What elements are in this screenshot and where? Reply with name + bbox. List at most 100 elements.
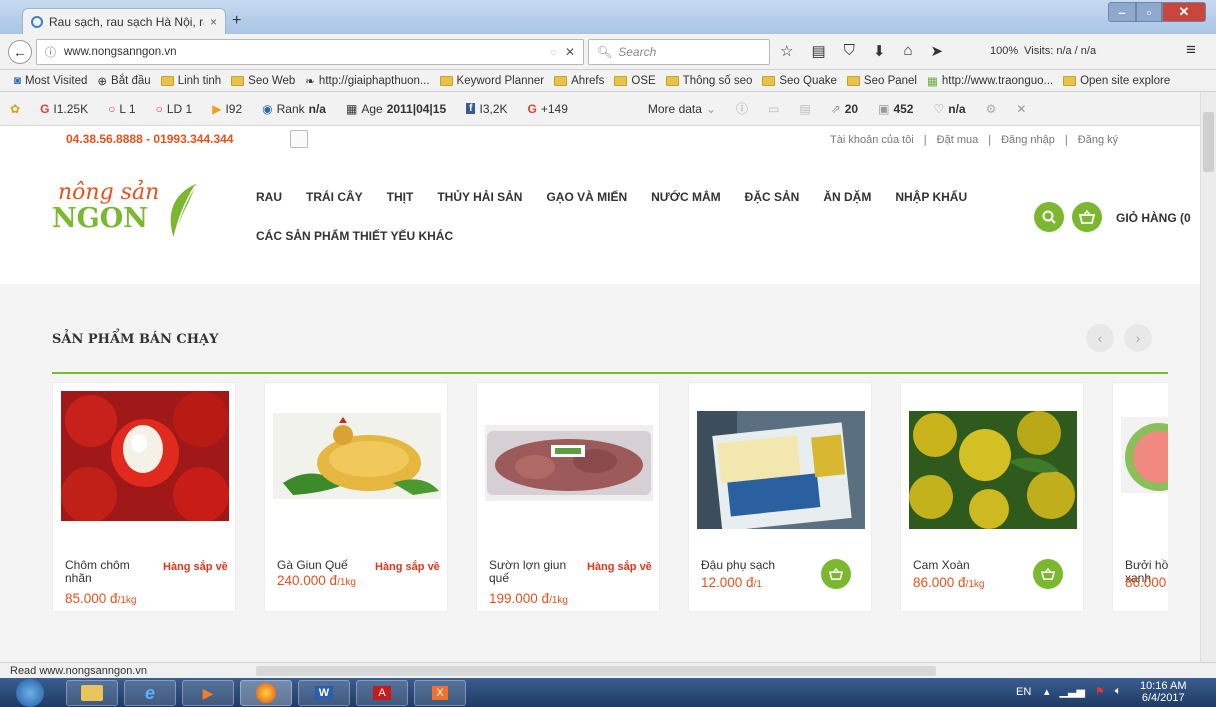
cart-button[interactable] [1072, 202, 1102, 232]
menu-item[interactable]: TRÁI CÂY [306, 190, 363, 204]
product-card[interactable]: Cam Xoàn 86.000 đ/1kg [900, 382, 1084, 612]
close-tab-icon[interactable]: × [210, 15, 217, 29]
settings-gear-icon[interactable]: ⚙ [986, 102, 997, 116]
clock[interactable]: 10:16 AM 6/4/2017 [1140, 680, 1186, 704]
login-link[interactable]: Đăng nhập [1001, 134, 1055, 146]
vertical-scrollbar[interactable] [1200, 92, 1216, 666]
search-input[interactable]: 🔍︎ Search [588, 39, 770, 65]
browser-tab[interactable]: Rau sạch, rau sạch Hà Nội, ra × [22, 8, 226, 34]
scrollbar-thumb[interactable] [1203, 112, 1214, 172]
product-name[interactable]: Gà Giun Quế [277, 559, 367, 572]
product-name[interactable]: Đậu phụ sạch [701, 559, 791, 572]
show-hidden-icons-icon[interactable]: ▴ [1044, 685, 1050, 698]
product-name[interactable]: Sườn lợn giun quế [489, 559, 579, 585]
product-card[interactable]: Gà Giun Quế Hàng sắp về 240.000 đ/1kg [264, 382, 448, 612]
bookmark-item[interactable]: Seo Web [231, 75, 295, 87]
hscroll-thumb[interactable] [256, 666, 936, 676]
links-count[interactable]: ○ L 1 [108, 102, 136, 116]
volume-icon[interactable]: 🔈︎ [1115, 685, 1122, 698]
taskbar-xampp[interactable]: X [414, 680, 466, 706]
page-icon[interactable]: ▭ [768, 102, 779, 116]
taskbar-acrobat[interactable]: A [356, 680, 408, 706]
close-icon[interactable]: ✕ [1016, 102, 1026, 116]
order-link[interactable]: Đặt mua [937, 134, 979, 146]
product-card[interactable]: Bưởi hồ xanh 86.000 [1112, 382, 1168, 612]
menu-item[interactable]: ĐẶC SẢN [745, 190, 800, 204]
bookmark-item[interactable]: Open site explore [1063, 75, 1170, 87]
language-indicator[interactable]: EN [1016, 686, 1031, 698]
reader-icon[interactable]: ○ [550, 45, 557, 59]
minimize-button[interactable]: – [1108, 2, 1136, 22]
bookmark-item[interactable]: Thông số seo [665, 75, 752, 87]
pocket-icon[interactable]: ⛉ [844, 42, 855, 60]
menu-item[interactable]: RAU [256, 190, 282, 204]
horizontal-scrollbar[interactable]: Read www.nongsanngon.vn [0, 662, 1216, 679]
bookmark-item[interactable]: Seo Panel [846, 75, 917, 87]
link-domains[interactable]: ○ LD 1 [156, 102, 193, 116]
url-text[interactable]: www.nongsanngon.vn [64, 46, 542, 58]
cart-label[interactable]: GIỎ HÀNG (0 [1116, 211, 1191, 225]
register-link[interactable]: Đăng ký [1078, 134, 1118, 146]
alexa-rank[interactable]: ◉ Rank n/a [262, 102, 326, 116]
menu-item[interactable]: GẠO VÀ MIẾN [546, 190, 627, 204]
hotline[interactable]: 04.38.56.8888 - 01993.344.344 [66, 132, 233, 146]
bing-index[interactable]: ▶ I92 [212, 102, 242, 116]
site-logo[interactable]: nông sản NGON [52, 182, 202, 254]
menu-item[interactable]: THỦY HẢI SẢN [437, 190, 522, 204]
facebook-shares[interactable]: f I3,2K [466, 102, 508, 116]
menu-item-other-products[interactable]: CÁC SẢN PHẨM THIẾT YẾU KHÁC [256, 229, 453, 243]
doc-icon[interactable]: ▤ [799, 102, 810, 116]
add-to-cart-button[interactable] [1033, 559, 1063, 589]
taskbar-firefox[interactable] [240, 680, 292, 706]
bookmark-item[interactable]: Seo Quake [762, 75, 837, 87]
menu-item[interactable]: NHẬP KHẨU [895, 190, 967, 204]
bookmark-item[interactable]: Keyword Planner [439, 75, 544, 87]
bookmark-list-icon[interactable]: ▤ [811, 42, 825, 60]
bookmark-item[interactable]: ❧ http://giaiphapthuon... [305, 74, 429, 88]
menu-item[interactable]: ĂN DẶM [823, 190, 871, 204]
product-name[interactable]: Chôm chôm nhãn [65, 559, 155, 585]
back-button[interactable]: ← [8, 40, 32, 64]
url-bar[interactable]: ⓘ www.nongsanngon.vn ○ ✕ [36, 39, 584, 65]
bookmark-item[interactable]: ◙ Most Visited [14, 75, 87, 87]
flag-icon[interactable]: ⚑ [1095, 685, 1105, 698]
bookmark-item[interactable]: ⊕ Bắt đầu [97, 74, 150, 88]
carousel-prev-button[interactable]: ‹ [1086, 324, 1114, 352]
external-links[interactable]: ⇗ 20 [831, 102, 858, 116]
info-icon[interactable]: ⓘ [736, 100, 748, 117]
domain-age[interactable]: ▦ Age 2011|04|15 [346, 102, 446, 116]
download-icon[interactable]: ⬇ [873, 42, 886, 60]
more-data-dropdown[interactable]: More data ⌄ [648, 102, 716, 116]
bookmark-item[interactable]: Ahrefs [554, 75, 604, 87]
menu-icon[interactable]: ≡ [1186, 40, 1196, 60]
my-account-link[interactable]: Tài khoản của tôi [830, 134, 914, 146]
taskbar-explorer[interactable] [66, 680, 118, 706]
taskbar-media[interactable]: ▶ [182, 680, 234, 706]
bookmark-item[interactable]: Linh tinh [160, 75, 221, 87]
bookmark-item[interactable]: ▦ http://www.traonguo... [927, 74, 1053, 88]
taskbar-word[interactable]: W [298, 680, 350, 706]
menu-item[interactable]: NƯỚC MẮM [651, 190, 721, 204]
product-card[interactable]: Sườn lợn giun quế Hàng sắp về 199.000 đ/… [476, 382, 660, 612]
product-card[interactable]: Đậu phụ sạch 12.000 đ/1 [688, 382, 872, 612]
product-name[interactable]: Cam Xoàn [913, 559, 1003, 572]
clear-url-icon[interactable]: ✕ [565, 45, 575, 59]
skype-icon[interactable] [290, 130, 308, 148]
internal-links[interactable]: ▣ 452 [878, 102, 913, 116]
google-index[interactable]: G I1.25K [40, 102, 88, 116]
bookmark-star-icon[interactable]: ☆ [780, 42, 793, 60]
info-icon[interactable]: ⓘ [45, 44, 56, 60]
start-button[interactable] [6, 678, 54, 707]
send-icon[interactable]: ➤ [931, 42, 944, 60]
product-card[interactable]: Chôm chôm nhãn Hàng sắp về 85.000 đ/1kg [52, 382, 236, 612]
maximize-button[interactable]: ▫ [1136, 2, 1162, 22]
taskbar-ie[interactable]: e [124, 680, 176, 706]
close-window-button[interactable]: ✕ [1162, 2, 1206, 22]
carousel-next-button[interactable]: › [1124, 324, 1152, 352]
seoquake-icon[interactable]: ✿ [10, 102, 20, 116]
site-search-button[interactable] [1034, 202, 1064, 232]
bookmark-item[interactable]: OSE [614, 75, 656, 87]
home-icon[interactable]: ⌂ [903, 42, 912, 60]
menu-item[interactable]: THỊT [387, 190, 414, 204]
new-tab-button[interactable]: + [232, 12, 241, 30]
